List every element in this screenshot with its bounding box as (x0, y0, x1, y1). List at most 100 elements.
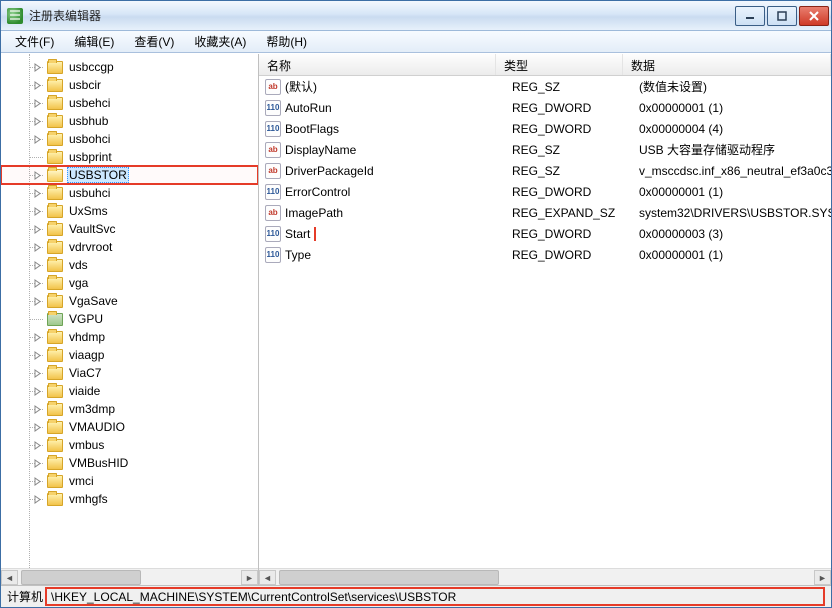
scroll-left-icon[interactable]: ◄ (259, 570, 276, 585)
value-row-imagepath[interactable]: abImagePathREG_EXPAND_SZsystem32\DRIVERS… (259, 202, 831, 223)
tree-item-vm3dmp[interactable]: vm3dmp (1, 400, 258, 418)
expand-icon[interactable] (33, 350, 44, 361)
expand-icon[interactable] (33, 494, 44, 505)
folder-icon (47, 421, 63, 434)
expand-icon[interactable] (33, 242, 44, 253)
tree-item-vmbushid[interactable]: VMBusHID (1, 454, 258, 472)
value-row-bootflags[interactable]: 110BootFlagsREG_DWORD0x00000004 (4) (259, 118, 831, 139)
tree-item-usbccgp[interactable]: usbccgp (1, 58, 258, 76)
titlebar[interactable]: 注册表编辑器 (1, 1, 831, 31)
scroll-left-icon[interactable]: ◄ (1, 570, 18, 585)
tree-item-vgasave[interactable]: VgaSave (1, 292, 258, 310)
tree-item-vdrvroot[interactable]: vdrvroot (1, 238, 258, 256)
tree[interactable]: usbccgp usbcir usbehciusbhubusbohciusbprin… (1, 54, 258, 512)
value-name: DisplayName (285, 143, 356, 157)
value-row-type[interactable]: 110TypeREG_DWORD0x00000001 (1) (259, 244, 831, 265)
value-row-errorcontrol[interactable]: 110ErrorControlREG_DWORD0x00000001 (1) (259, 181, 831, 202)
expand-icon[interactable] (33, 422, 44, 433)
tree-item-vga[interactable]: vga (1, 274, 258, 292)
expand-icon[interactable] (33, 278, 44, 289)
value-row-displayname[interactable]: abDisplayNameREG_SZUSB 大容量存储驱动程序 (259, 139, 831, 160)
value-row-start[interactable]: 110StartREG_DWORD0x00000003 (3) (259, 223, 831, 244)
value-data: (数值未设置) (639, 78, 831, 95)
expand-icon[interactable] (33, 476, 44, 487)
folder-icon (47, 439, 63, 452)
tree-item-label: viaide (67, 384, 102, 398)
expand-icon[interactable] (33, 440, 44, 451)
value-row-autorun[interactable]: 110AutoRunREG_DWORD0x00000001 (1) (259, 97, 831, 118)
expand-icon[interactable] (33, 206, 44, 217)
expand-icon[interactable] (33, 260, 44, 271)
tree-item-vds[interactable]: vds (1, 256, 258, 274)
tree-item-usbstor[interactable]: USBSTOR (1, 166, 258, 184)
menu-file[interactable]: 文件(F) (11, 31, 58, 52)
status-prefix: 计算机 (7, 588, 43, 605)
expand-icon[interactable] (33, 80, 44, 91)
expand-icon[interactable] (33, 332, 44, 343)
scroll-right-icon[interactable]: ► (241, 570, 258, 585)
menu-edit[interactable]: 编辑(E) (70, 31, 118, 52)
scroll-thumb[interactable] (279, 570, 499, 585)
tree-item-usbcir[interactable]: usbcir (1, 76, 258, 94)
expand-icon[interactable] (33, 134, 44, 145)
folder-icon (47, 97, 63, 110)
expand-icon[interactable] (33, 116, 44, 127)
expand-icon[interactable] (33, 296, 44, 307)
tree-item-label: VGPU (67, 312, 105, 326)
value-row-driverpackageid[interactable]: abDriverPackageIdREG_SZv_msccdsc.inf_x86… (259, 160, 831, 181)
expand-icon[interactable] (33, 62, 44, 73)
expand-icon (33, 314, 44, 325)
value-name: AutoRun (285, 101, 332, 115)
value-row-[interactable]: ab(默认)REG_SZ(数值未设置) (259, 76, 831, 97)
value-type: REG_DWORD (512, 122, 639, 136)
tree-item-usbehci[interactable]: usbehci (1, 94, 258, 112)
expand-icon[interactable] (33, 404, 44, 415)
column-type[interactable]: 类型 (496, 54, 623, 75)
menu-help[interactable]: 帮助(H) (262, 31, 311, 52)
tree-item-vhdmp[interactable]: vhdmp (1, 328, 258, 346)
tree-item-usbprint[interactable]: usbprint (1, 148, 258, 166)
tree-item-vaultsvc[interactable]: VaultSvc (1, 220, 258, 238)
minimize-button[interactable] (735, 6, 765, 26)
tree-item-usbuhci[interactable]: usbuhci (1, 184, 258, 202)
expand-icon[interactable] (33, 224, 44, 235)
expand-icon[interactable] (33, 368, 44, 379)
menu-view[interactable]: 查看(V) (130, 31, 178, 52)
tree-item-viaagp[interactable]: viaagp (1, 346, 258, 364)
expand-icon[interactable] (33, 188, 44, 199)
tree-item-vmaudio[interactable]: VMAUDIO (1, 418, 258, 436)
list-header[interactable]: 名称 类型 数据 (259, 54, 831, 76)
tree-hscrollbar[interactable]: ◄ ► (1, 568, 258, 585)
tree-item-vmhgfs[interactable]: vmhgfs (1, 490, 258, 508)
expand-icon[interactable] (33, 170, 44, 181)
folder-icon (47, 493, 63, 506)
close-button[interactable] (799, 6, 829, 26)
value-data: USB 大容量存储驱动程序 (639, 141, 831, 158)
tree-item-uxsms[interactable]: UxSms (1, 202, 258, 220)
scroll-right-icon[interactable]: ► (814, 570, 831, 585)
tree-item-vgpu[interactable]: VGPU (1, 310, 258, 328)
expand-icon[interactable] (33, 98, 44, 109)
column-name[interactable]: 名称 (259, 54, 496, 75)
tree-item-vmbus[interactable]: vmbus (1, 436, 258, 454)
menu-favorites[interactable]: 收藏夹(A) (190, 31, 250, 52)
list-hscrollbar[interactable]: ◄ ► (259, 568, 831, 585)
tree-item-vmci[interactable]: vmci (1, 472, 258, 490)
scroll-thumb[interactable] (21, 570, 141, 585)
tree-item-usbhub[interactable]: usbhub (1, 112, 258, 130)
folder-icon (47, 313, 63, 326)
value-type: REG_DWORD (512, 248, 639, 262)
value-name: BootFlags (285, 122, 339, 136)
column-data[interactable]: 数据 (623, 54, 831, 75)
registry-editor-window: 注册表编辑器 文件(F) 编辑(E) 查看(V) 收藏夹(A) 帮助(H) us… (0, 0, 832, 608)
value-type: REG_SZ (512, 80, 639, 94)
tree-item-usbohci[interactable]: usbohci (1, 130, 258, 148)
maximize-button[interactable] (767, 6, 797, 26)
tree-item-viac7[interactable]: ViaC7 (1, 364, 258, 382)
tree-item-viaide[interactable]: viaide (1, 382, 258, 400)
statusbar: 计算机 \HKEY_LOCAL_MACHINE\SYSTEM\CurrentCo… (1, 585, 831, 607)
expand-icon[interactable] (33, 386, 44, 397)
expand-icon[interactable] (33, 458, 44, 469)
tree-item-label: usbcir (67, 78, 103, 92)
list-body[interactable]: ab(默认)REG_SZ(数值未设置)110AutoRunREG_DWORD0x… (259, 76, 831, 568)
